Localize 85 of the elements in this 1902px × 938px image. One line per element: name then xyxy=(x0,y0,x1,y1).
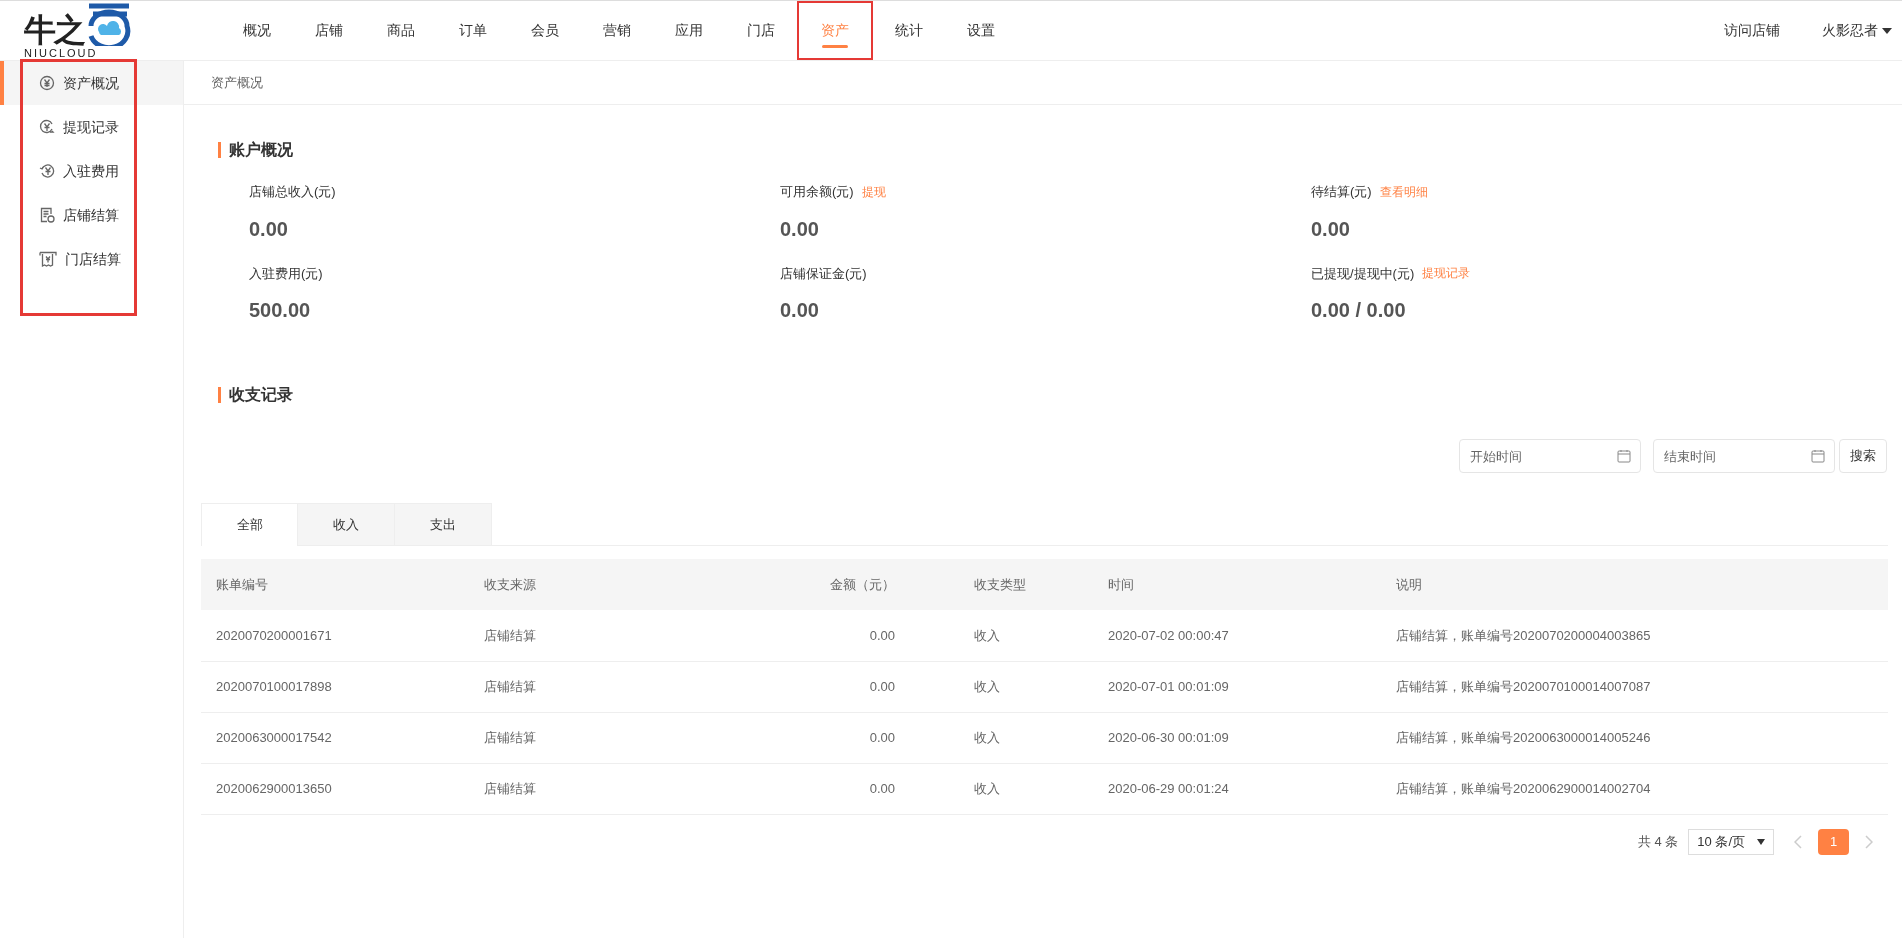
caret-icon xyxy=(1882,27,1892,34)
table-cell: 2020-06-29 00:01:24 xyxy=(1108,763,1396,814)
nav-tab[interactable]: 订单 xyxy=(439,1,507,60)
nav-tab[interactable]: 营销 xyxy=(583,1,651,60)
logo-subtext: NIUCLOUD xyxy=(24,47,99,59)
caret-icon xyxy=(1757,838,1765,845)
stat-label: 店铺总收入(元) xyxy=(249,183,336,201)
stat-label: 待结算(元) xyxy=(1311,183,1372,201)
table-cell: 2020070200001671 xyxy=(201,610,484,661)
record-tab[interactable]: 收入 xyxy=(298,503,395,545)
calendar-icon xyxy=(1617,449,1631,463)
column-header: 时间 xyxy=(1108,559,1396,610)
nav-tab[interactable]: 会员 xyxy=(511,1,579,60)
document-icon xyxy=(39,207,55,223)
column-header: 收支类型 xyxy=(935,559,1108,610)
table-cell: 2020-06-30 00:01:09 xyxy=(1108,712,1396,763)
sidebar-item[interactable]: 提现记录 xyxy=(0,105,183,149)
sidebar-item[interactable]: 入驻费用 xyxy=(0,149,183,193)
section-marker xyxy=(218,387,221,403)
section-title: 账户概况 xyxy=(229,140,293,160)
total-count: 共 4 条 xyxy=(1637,832,1679,851)
section-marker xyxy=(218,142,221,158)
stat-value: 0.00 xyxy=(249,216,289,242)
sidebar-item[interactable]: 店铺结算 xyxy=(0,193,183,237)
page-size-select[interactable]: 10 条/页 xyxy=(1688,828,1774,855)
stat-value: 0.00 xyxy=(780,298,820,323)
date-field[interactable]: 开始时间 xyxy=(1459,439,1641,473)
table-cell: 店铺结算 xyxy=(484,763,734,814)
column-header: 金额（元） xyxy=(734,559,935,610)
nav-tab[interactable]: 商品 xyxy=(367,1,435,60)
table-cell: 店铺结算 xyxy=(484,610,734,661)
stat-value: 500.00 xyxy=(249,298,312,323)
table-cell: 0.00 xyxy=(734,763,935,814)
user-menu[interactable]: 火影忍者 xyxy=(1822,20,1892,41)
table-cell: 收入 xyxy=(935,610,1108,661)
yen-circle-icon xyxy=(39,75,55,91)
table-cell: 店铺结算 xyxy=(484,712,734,763)
search-button[interactable]: 搜索 xyxy=(1839,439,1887,473)
table-cell: 店铺结算，账单编号2020070200004003865 xyxy=(1396,610,1888,661)
stat-value: 0.00 xyxy=(780,216,820,242)
calendar-icon xyxy=(1811,449,1825,463)
table-cell: 2020-07-01 00:01:09 xyxy=(1108,661,1396,712)
section-title: 收支记录 xyxy=(229,385,293,405)
receipt-icon xyxy=(39,251,57,267)
table-cell: 0.00 xyxy=(734,610,935,661)
column-header: 收支来源 xyxy=(484,559,734,610)
yen-circle-arrow-icon xyxy=(39,163,55,179)
table-cell: 0.00 xyxy=(734,712,935,763)
table-cell: 店铺结算，账单编号2020062900014002704 xyxy=(1396,763,1888,814)
stat-label: 入驻费用(元) xyxy=(249,264,323,283)
sidebar-item[interactable]: 门店结算 xyxy=(0,237,183,281)
previous-page-icon[interactable] xyxy=(1794,834,1802,849)
breadcrumb: 资产概况 xyxy=(211,73,263,92)
visit-store-link[interactable]: 访问店铺 xyxy=(1724,20,1780,41)
record-tab[interactable]: 支出 xyxy=(395,503,492,545)
stat-label: 店铺保证金(元) xyxy=(780,264,867,283)
column-header: 账单编号 xyxy=(201,559,484,610)
logo-text: 牛之 xyxy=(24,14,85,46)
table-cell: 店铺结算，账单编号2020063000014005246 xyxy=(1396,712,1888,763)
nav-tab[interactable]: 店铺 xyxy=(295,1,363,60)
nav-tab[interactable]: 门店 xyxy=(727,1,795,60)
table-cell: 2020062900013650 xyxy=(201,763,484,814)
table-cell: 2020063000017542 xyxy=(201,712,484,763)
nav-tab[interactable]: 应用 xyxy=(655,1,723,60)
stat-value: 0.00 / 0.00 xyxy=(1311,298,1407,323)
yen-circle-arrow-icon xyxy=(39,119,55,135)
stat-label: 已提现/提现中(元) xyxy=(1311,264,1415,283)
date-field[interactable]: 结束时间 xyxy=(1653,439,1835,473)
table-cell: 收入 xyxy=(935,712,1108,763)
table-cell: 0.00 xyxy=(734,661,935,712)
table-cell: 店铺结算，账单编号2020070100014007087 xyxy=(1396,661,1888,712)
sidebar-item[interactable]: 资产概况 xyxy=(0,61,183,105)
stat-label: 可用余额(元) xyxy=(780,183,854,201)
column-header: 说明 xyxy=(1396,559,1888,610)
table-cell: 2020-07-02 00:00:47 xyxy=(1108,610,1396,661)
nav-tab[interactable]: 概况 xyxy=(223,1,291,60)
nav-tab[interactable]: 设置 xyxy=(947,1,1015,60)
table-cell: 收入 xyxy=(935,661,1108,712)
nav-tab[interactable]: 统计 xyxy=(875,1,943,60)
record-tab[interactable]: 全部 xyxy=(201,503,298,546)
table-cell: 收入 xyxy=(935,763,1108,814)
next-page-icon[interactable] xyxy=(1865,834,1873,849)
table-cell: 店铺结算 xyxy=(484,661,734,712)
stat-value: 0.00 xyxy=(1311,216,1351,242)
table-cell: 2020070100017898 xyxy=(201,661,484,712)
